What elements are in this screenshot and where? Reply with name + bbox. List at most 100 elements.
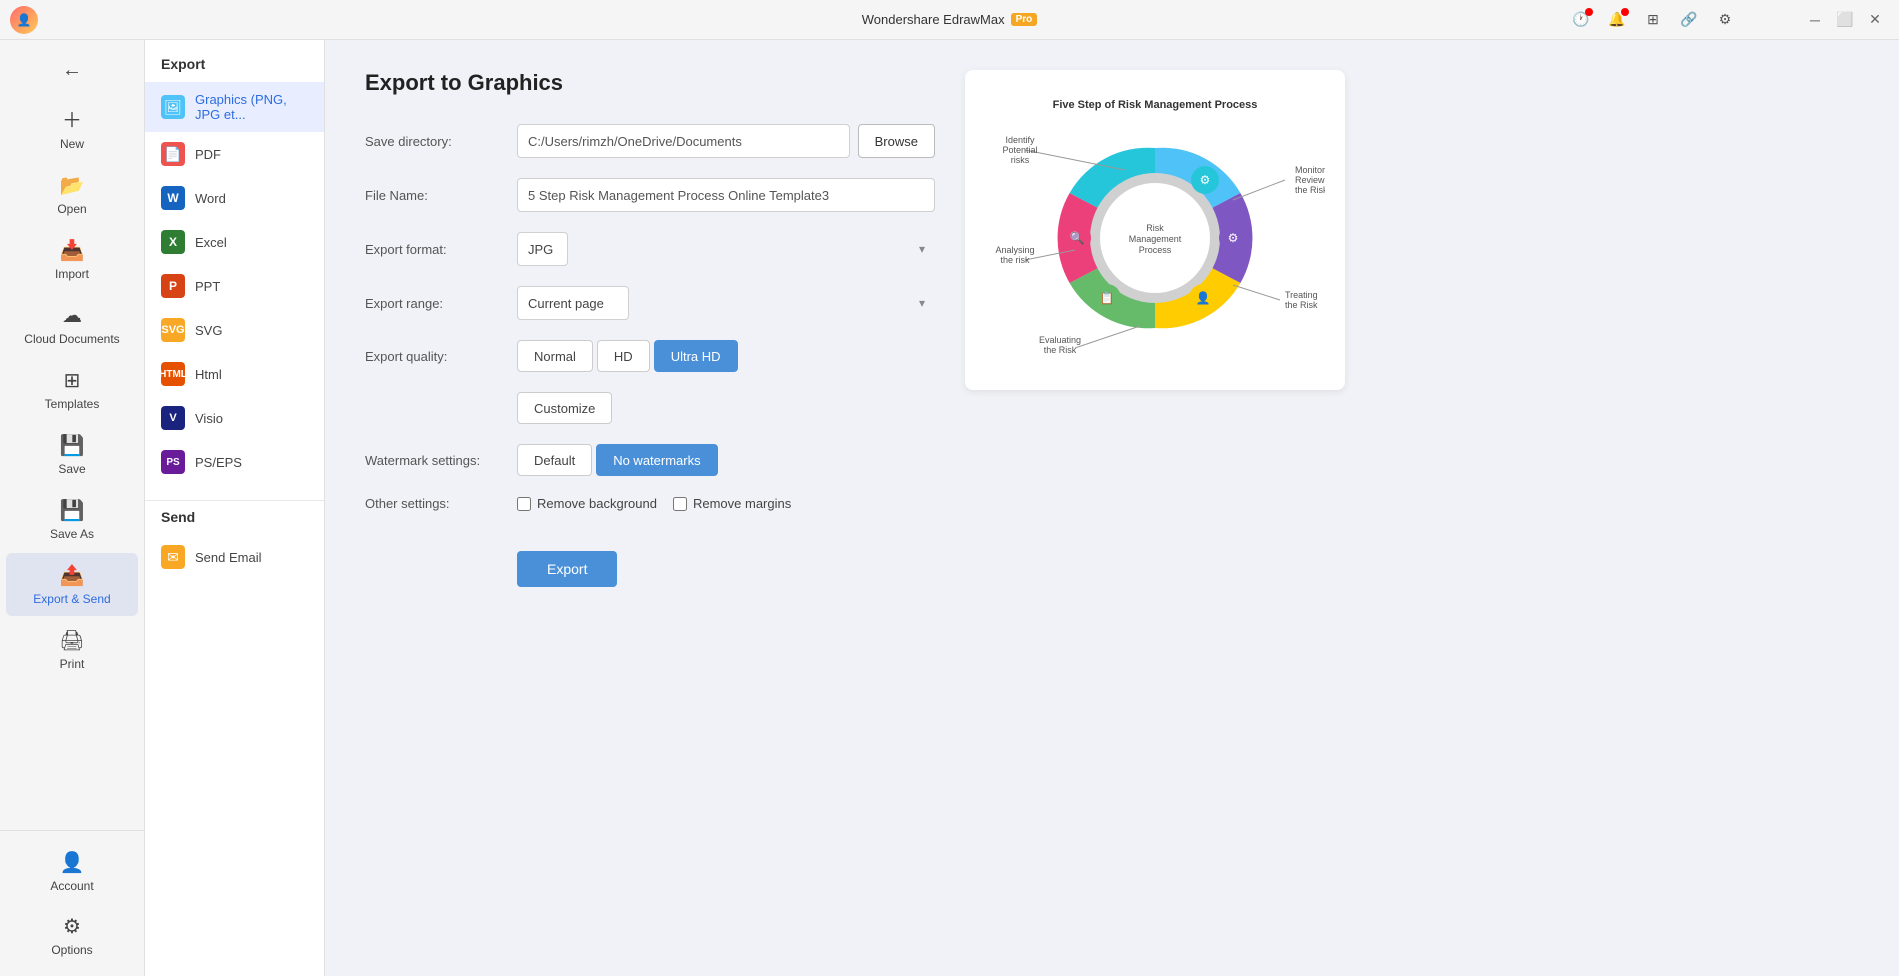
- export-item-email[interactable]: ✉ Send Email: [145, 535, 324, 579]
- line-4: [1075, 326, 1140, 348]
- export-item-ppt[interactable]: P PPT: [145, 264, 324, 308]
- svg-text:👤: 👤: [1196, 291, 1211, 305]
- excel-icon: X: [161, 230, 185, 254]
- watermark-default-button[interactable]: Default: [517, 444, 592, 476]
- center-text-3: Process: [1139, 245, 1172, 255]
- export-item-svg[interactable]: SVG SVG: [145, 308, 324, 352]
- export-button[interactable]: Export: [517, 551, 617, 587]
- share-icon[interactable]: 🔗: [1675, 6, 1703, 34]
- send-section-title: Send: [145, 509, 324, 535]
- sidebar-item-save-as[interactable]: 💾 Save As: [6, 488, 138, 551]
- html-icon: HTML: [161, 362, 185, 386]
- back-icon: ←: [62, 59, 82, 82]
- export-item-pdf[interactable]: 📄 PDF: [145, 132, 324, 176]
- sidebar-item-print[interactable]: 🖨 Print: [6, 618, 138, 681]
- page-title: Export to Graphics: [365, 70, 935, 96]
- label-identify-3: risks: [1011, 155, 1030, 165]
- watermark-row: Watermark settings: Default No watermark…: [365, 444, 935, 476]
- sidebar-item-save[interactable]: 💾 Save: [6, 423, 138, 486]
- word-icon: W: [161, 186, 185, 210]
- browse-button[interactable]: Browse: [858, 124, 935, 158]
- sidebar-item-export[interactable]: 📤 Export & Send: [6, 553, 138, 616]
- export-item-graphics[interactable]: 🖼 Graphics (PNG, JPG et...: [145, 82, 324, 132]
- other-settings-row: Other settings: Remove background Remove…: [365, 496, 935, 511]
- preview-chart: Five Step of Risk Management Process: [985, 90, 1325, 370]
- sidebar-item-open[interactable]: 📂 Open: [6, 163, 138, 226]
- label-monitor-3: the Risk: [1295, 185, 1325, 195]
- pdf-icon: 📄: [161, 142, 185, 166]
- export-panel: Export 🖼 Graphics (PNG, JPG et... 📄 PDF …: [145, 40, 325, 976]
- new-icon: ＋: [62, 104, 82, 133]
- maximize-button[interactable]: ⬜: [1831, 6, 1859, 34]
- export-range-select[interactable]: Current page All pages Selected pages: [517, 286, 629, 320]
- quality-ultrahd-button[interactable]: Ultra HD: [654, 340, 738, 372]
- main-content: Export to Graphics Save directory: Brows…: [325, 40, 1899, 976]
- print-icon: 🖨: [59, 628, 84, 653]
- export-icon: 📤: [60, 563, 85, 588]
- export-item-word[interactable]: W Word: [145, 176, 324, 220]
- export-format-label: Export format:: [365, 242, 505, 257]
- label-treating-2: the Risk: [1285, 300, 1318, 310]
- save-icon: 💾: [60, 433, 85, 458]
- other-settings-label: Other settings:: [365, 496, 505, 511]
- window-controls: ─ ⬜ ✕: [1801, 0, 1889, 39]
- file-name-input[interactable]: [517, 178, 935, 212]
- export-format-row: Export format: JPG PNG BMP GIF TIFF: [365, 232, 935, 266]
- line-2: [1233, 180, 1285, 200]
- svg-text:⚙: ⚙: [1200, 173, 1211, 187]
- remove-margins-input[interactable]: [673, 497, 687, 511]
- quality-normal-button[interactable]: Normal: [517, 340, 593, 372]
- export-item-pseps[interactable]: PS PS/EPS: [145, 440, 324, 484]
- export-item-html[interactable]: HTML Html: [145, 352, 324, 396]
- svg-text:⚙: ⚙: [1228, 231, 1239, 245]
- ppt-icon: P: [161, 274, 185, 298]
- pseps-icon: PS: [161, 450, 185, 474]
- sidebar-item-back[interactable]: ←: [6, 49, 138, 92]
- save-directory-input[interactable]: [517, 124, 850, 158]
- sidebar-item-templates[interactable]: ⊞ Templates: [6, 358, 138, 421]
- svg-text:📋: 📋: [1100, 291, 1115, 305]
- checkbox-group: Remove background Remove margins: [517, 496, 791, 511]
- export-format-select[interactable]: JPG PNG BMP GIF TIFF: [517, 232, 568, 266]
- titlebar: 👤 Wondershare EdrawMax Pro 🕐 🔔 ⊞ 🔗 ⚙ ─ ⬜…: [0, 0, 1899, 40]
- watermark-nowatermark-button[interactable]: No watermarks: [596, 444, 717, 476]
- export-quality-row: Export quality: Normal HD Ultra HD: [365, 340, 935, 372]
- watermark-label: Watermark settings:: [365, 453, 505, 468]
- remove-margins-checkbox[interactable]: Remove margins: [673, 496, 791, 511]
- label-analyse-2: the risk: [1000, 255, 1030, 265]
- cloud-icon: ☁: [62, 303, 82, 328]
- label-treating-1: Treating: [1285, 290, 1318, 300]
- center-text-1: Risk: [1146, 223, 1164, 233]
- export-item-visio[interactable]: V Visio: [145, 396, 324, 440]
- settings-icon[interactable]: ⚙: [1711, 6, 1739, 34]
- grid-icon[interactable]: ⊞: [1639, 6, 1667, 34]
- chart-title: Five Step of Risk Management Process: [1053, 99, 1258, 111]
- remove-background-input[interactable]: [517, 497, 531, 511]
- sidebar-item-import[interactable]: 📥 Import: [6, 228, 138, 291]
- save-as-icon: 💾: [60, 498, 85, 523]
- sidebar-item-account[interactable]: 👤 Account: [6, 840, 138, 903]
- export-range-label: Export range:: [365, 296, 505, 311]
- save-directory-label: Save directory:: [365, 134, 505, 149]
- label-identify-2: Potential: [1002, 145, 1037, 155]
- app-title: Wondershare EdrawMax Pro: [862, 12, 1038, 27]
- export-form: Export to Graphics Save directory: Brows…: [365, 70, 935, 946]
- user-avatar[interactable]: 👤: [10, 6, 38, 34]
- label-analyse-1: Analysing: [995, 245, 1034, 255]
- export-item-excel[interactable]: X Excel: [145, 220, 324, 264]
- options-icon: ⚙: [63, 914, 81, 939]
- svg-icon: SVG: [161, 318, 185, 342]
- remove-background-checkbox[interactable]: Remove background: [517, 496, 657, 511]
- export-range-row: Export range: Current page All pages Sel…: [365, 286, 935, 320]
- quality-group: Normal HD Ultra HD: [517, 340, 738, 372]
- quality-hd-button[interactable]: HD: [597, 340, 650, 372]
- label-eval-2: the Risk: [1044, 345, 1077, 355]
- minimize-button[interactable]: ─: [1801, 6, 1829, 34]
- bell-icon[interactable]: 🔔: [1603, 6, 1631, 34]
- clock-icon[interactable]: 🕐: [1567, 6, 1595, 34]
- close-button[interactable]: ✕: [1861, 6, 1889, 34]
- sidebar-item-cloud[interactable]: ☁ Cloud Documents: [6, 293, 138, 356]
- sidebar-item-options[interactable]: ⚙ Options: [6, 904, 138, 967]
- quality-customize-button[interactable]: Customize: [517, 392, 612, 424]
- sidebar-item-new[interactable]: ＋ New: [6, 94, 138, 161]
